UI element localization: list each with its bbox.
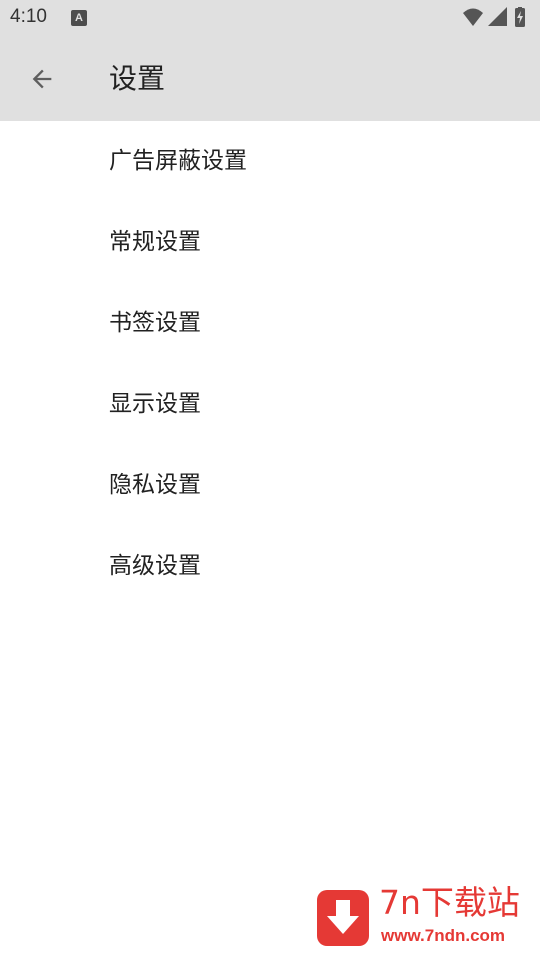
settings-item-label: 高级设置: [109, 553, 201, 579]
back-button[interactable]: [18, 55, 66, 103]
settings-item-bookmarks[interactable]: 书签设置: [0, 283, 540, 364]
settings-item-label: 书签设置: [109, 310, 201, 336]
notification-app-icon: A: [71, 10, 87, 26]
download-logo-icon: [317, 890, 369, 946]
status-icons: [463, 7, 525, 27]
settings-item-label: 显示设置: [109, 391, 201, 417]
app-bar: 设置: [0, 37, 540, 121]
status-time: 4:10: [10, 6, 47, 27]
settings-list: 广告屏蔽设置 常规设置 书签设置 显示设置 隐私设置 高级设置: [0, 121, 540, 607]
wifi-icon: [463, 8, 483, 26]
watermark: 7n下载站 www.7ndn.com: [317, 883, 533, 950]
settings-item-advanced[interactable]: 高级设置: [0, 526, 540, 607]
page-title: 设置: [109, 62, 166, 95]
settings-item-privacy[interactable]: 隐私设置: [0, 445, 540, 526]
battery-charging-icon: [515, 7, 525, 27]
settings-item-ad-blocking[interactable]: 广告屏蔽设置: [0, 121, 540, 202]
settings-item-label: 隐私设置: [109, 472, 201, 498]
settings-item-general[interactable]: 常规设置: [0, 202, 540, 283]
settings-item-display[interactable]: 显示设置: [0, 364, 540, 445]
arrow-back-icon: [32, 69, 52, 89]
status-bar: 4:10 A: [0, 0, 540, 37]
settings-item-label: 常规设置: [109, 229, 201, 255]
cell-signal-icon: [488, 7, 507, 26]
settings-item-label: 广告屏蔽设置: [109, 148, 247, 174]
watermark-url: www.7ndn.com: [381, 926, 506, 945]
watermark-title: 7n下载站: [379, 883, 520, 922]
